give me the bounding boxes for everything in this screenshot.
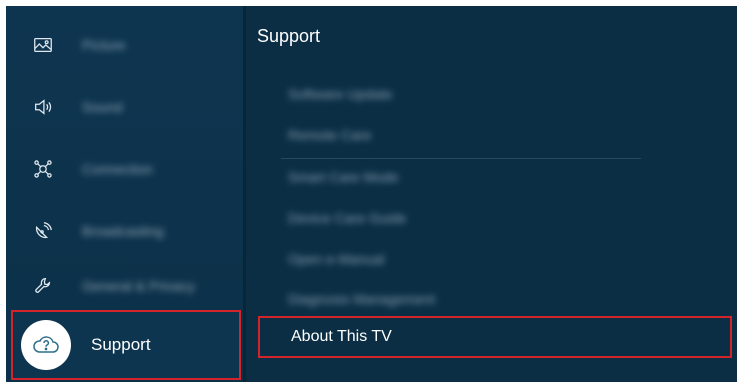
wrench-icon [26,269,60,303]
menu-item-about-this-tv[interactable]: About This TV [258,316,732,358]
broadcasting-icon [26,214,60,248]
picture-icon [26,28,60,62]
sidebar-item-label: Connection [82,161,153,177]
sidebar-item-picture[interactable]: Picture [6,14,243,76]
sidebar-item-sound[interactable]: Sound [6,76,243,138]
tv-settings-screen: Picture Sound Connection Broadcasting Ge… [6,6,737,382]
menu-item-label: About This TV [291,328,392,345]
menu-item-remote-care[interactable]: Remote Care [288,121,371,149]
sidebar-item-label: Broadcasting [82,223,164,239]
menu-item-device-care-guide[interactable]: Device Care Guide [288,204,406,232]
sidebar-item-general-privacy[interactable]: General & Privacy [6,255,243,317]
menu-divider [281,158,641,159]
menu-item-open-e-manual[interactable]: Open e-Manual [288,245,385,273]
support-cloud-icon [21,320,71,370]
sidebar-item-label: Picture [82,37,126,53]
sidebar-item-connection[interactable]: Connection [6,138,243,200]
sidebar-item-label: Support [91,335,151,354]
menu-item-software-update[interactable]: Software Update [288,80,392,108]
sidebar-item-broadcasting[interactable]: Broadcasting [6,200,243,262]
sidebar-item-label: General & Privacy [82,278,195,294]
connection-icon [26,152,60,186]
sidebar-item-label: Sound [82,99,123,115]
sound-icon [26,90,60,124]
page-title: Support [257,26,321,46]
menu-item-diagnosis-management[interactable]: Diagnosis Management [288,285,435,313]
settings-sidebar: Picture Sound Connection Broadcasting Ge… [6,6,243,382]
support-panel: Support Software Update Remote Care Smar… [246,6,737,382]
sidebar-item-support[interactable]: Support [11,310,241,380]
menu-item-smart-care-mode[interactable]: Smart Care Mode [288,163,398,191]
